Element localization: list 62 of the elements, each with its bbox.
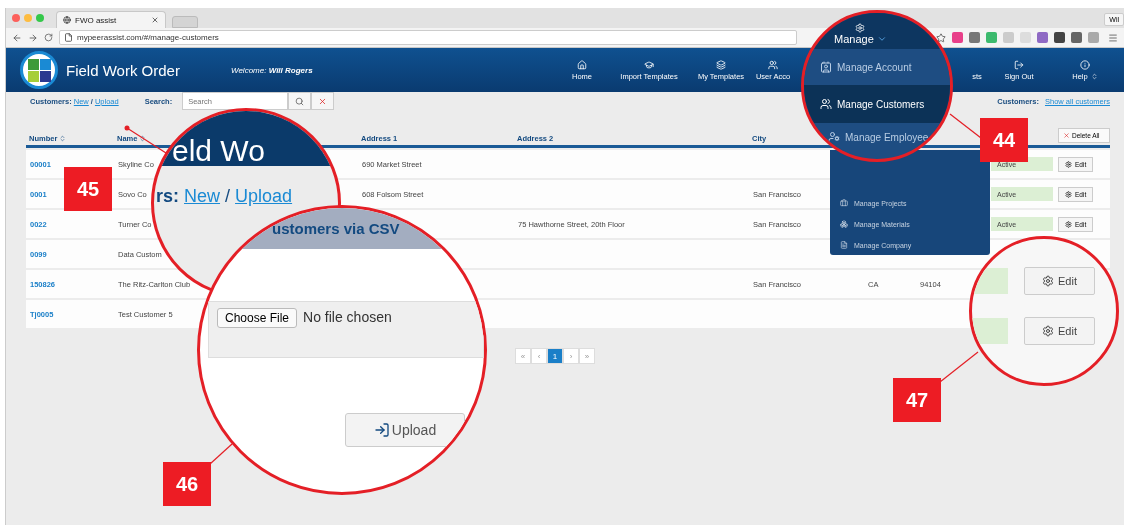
zoom-window-button[interactable]	[36, 14, 44, 22]
caret-icon	[876, 34, 887, 44]
callout-number: 47	[893, 378, 941, 422]
customers-label: rs:	[156, 186, 179, 207]
choose-file-button[interactable]: Choose File	[217, 308, 298, 328]
briefcase-icon	[840, 199, 848, 207]
edit-button[interactable]: Edit	[1024, 267, 1095, 295]
callout-number: 46	[163, 462, 211, 506]
gear-icon	[1065, 160, 1072, 168]
graduation-cap-icon	[644, 59, 654, 70]
leader-line	[949, 113, 982, 139]
menu-item[interactable]: Manage Account	[804, 49, 950, 85]
gear-icon	[1065, 190, 1072, 198]
user-gear-icon	[828, 131, 840, 143]
file-status-text: No file chosen	[303, 309, 392, 325]
app-title: eld Wo	[172, 136, 265, 166]
contact-card-icon	[820, 61, 832, 73]
browser-tab[interactable]: FWO assist	[56, 11, 166, 28]
upload-button[interactable]: Upload	[345, 413, 465, 447]
minimize-window-button[interactable]	[24, 14, 32, 22]
callout-number: 44	[980, 118, 1028, 162]
sign-out-icon	[1014, 59, 1024, 70]
leader-line	[939, 351, 979, 383]
search-icon	[295, 96, 305, 106]
app-title: Field Work Order	[66, 61, 181, 79]
close-icon	[1063, 132, 1070, 139]
home-icon	[577, 59, 587, 70]
forward-icon	[28, 32, 38, 43]
reload-icon	[44, 33, 53, 42]
star-icon	[936, 32, 946, 43]
close-window-button[interactable]	[12, 14, 20, 22]
sort-icon	[1090, 72, 1098, 80]
address-field[interactable]: mypeerassist.com/#/manage-customers	[59, 30, 797, 45]
separator-text: /	[225, 186, 231, 207]
close-icon	[151, 16, 159, 24]
menu-item[interactable]: Manage Customers	[804, 85, 950, 123]
menu-icon	[1108, 32, 1118, 43]
page-button[interactable]: 1	[547, 348, 563, 364]
users-icon	[768, 59, 778, 70]
globe-icon	[63, 16, 71, 24]
close-icon	[318, 96, 328, 106]
gear-icon	[855, 23, 866, 33]
arrow-box-icon	[373, 422, 390, 438]
dialog-title: ustomers via CSV	[272, 220, 400, 237]
callout-number: 45	[64, 167, 112, 211]
document-icon	[840, 241, 848, 249]
gear-icon	[1042, 275, 1054, 287]
boxes-icon	[840, 220, 848, 228]
clear-button[interactable]	[311, 92, 335, 110]
search-button[interactable]	[288, 92, 312, 110]
app-logo	[20, 51, 58, 89]
info-icon	[1080, 59, 1090, 70]
page-icon	[64, 33, 73, 42]
layers-icon	[716, 59, 726, 70]
back-icon	[12, 32, 22, 43]
users-icon	[820, 98, 832, 110]
new-tab-button[interactable]	[172, 16, 198, 28]
welcome-text: Welcome: Will Rogers	[231, 65, 313, 75]
gear-icon	[1065, 220, 1072, 228]
gear-icon	[1042, 325, 1054, 337]
leader-line	[209, 443, 233, 465]
edit-button[interactable]: Edit	[1024, 317, 1095, 345]
